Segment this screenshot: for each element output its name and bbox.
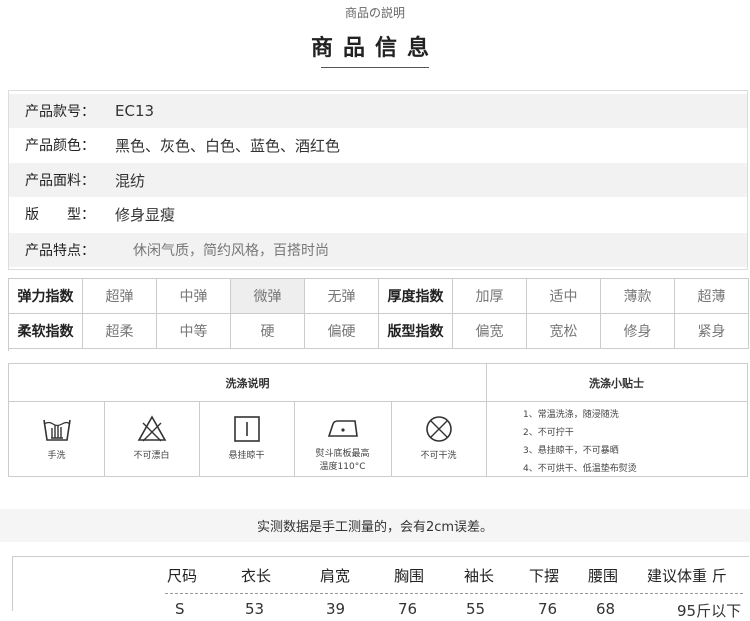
section-title: 商品信息 [310, 36, 439, 61]
index-table: 弹力指数 超弹 中弹 微弹 无弹 厚度指数 加厚 适中 薄款 超薄 柔软指数 超… [8, 278, 749, 351]
info-label: 产品颜色： [25, 138, 95, 154]
size-header: 腰围 [588, 567, 619, 585]
info-value: EC13 [115, 102, 155, 120]
wash-item-label: 温度110°C [319, 462, 366, 472]
wash-item-label: 不可干洗 [420, 451, 457, 461]
index-option: 超柔 [83, 314, 157, 349]
wash-item-iron: 熨斗底板最高 温度110°C [294, 402, 391, 477]
title-underline [321, 67, 429, 68]
size-cell: 76 [538, 600, 558, 618]
divider [486, 364, 487, 476]
index-option: 中等 [157, 314, 231, 349]
wash-tip: 3、悬挂晾干，不可暴晒 [523, 446, 619, 456]
iron-icon [327, 420, 358, 437]
index-option: 偏宽 [453, 314, 527, 349]
info-value: 休闲气质，简约风格，百搭时尚 [133, 243, 329, 259]
size-cell: 55 [466, 600, 486, 618]
no-bleach-icon [137, 415, 166, 442]
index-option: 修身 [601, 314, 675, 349]
info-value: 混纺 [115, 171, 146, 190]
index-option: 紧身 [675, 314, 749, 349]
index-option: 适中 [527, 279, 601, 314]
size-header: 下摆 [529, 567, 560, 585]
size-header: 衣长 [241, 567, 272, 585]
wash-item-hand-wash: 手洗 [9, 402, 104, 477]
wash-tip: 2、不可拧干 [523, 428, 574, 438]
size-header: 建议体重 斤 [647, 567, 727, 585]
hand-wash-icon [42, 419, 71, 441]
wash-item-label: 不可漂白 [133, 451, 170, 461]
wash-tip: 1、常温洗涤，随浸随洗 [523, 410, 619, 420]
index-option: 薄款 [601, 279, 675, 314]
info-label: 产品特点： [25, 243, 95, 259]
size-cell: 68 [596, 600, 616, 618]
product-info-panel: 产品款号： EC13 产品颜色： 黑色、灰色、白色、蓝色、酒红色 产品面料： 混… [8, 90, 748, 270]
size-cell: 76 [398, 600, 418, 618]
wash-item-label: 悬挂晾干 [228, 451, 265, 461]
size-cell: 39 [326, 600, 346, 618]
info-row-style-no: 产品款号： EC13 [9, 94, 747, 128]
info-label: 产品面料： [25, 173, 95, 189]
info-row-fit: 版 型： 修身显瘦 [9, 197, 747, 231]
size-header: 袖长 [464, 567, 495, 585]
index-label-softness: 柔软指数 [9, 314, 83, 349]
index-option: 中弹 [157, 279, 231, 314]
index-option: 超弹 [83, 279, 157, 314]
info-label: 产品款号： [25, 104, 95, 120]
wash-tip: 4、不可烘干、低温垫布熨烫 [523, 464, 637, 474]
wash-title: 洗涤说明 [9, 364, 486, 402]
measurement-note: 实测数据是手工测量的，会有2cm误差。 [0, 509, 750, 542]
size-header: 尺码 [167, 567, 198, 585]
index-label-fit: 版型指数 [379, 314, 453, 349]
index-option-selected: 微弹 [231, 279, 305, 314]
wash-item-label: 手洗 [47, 451, 66, 461]
index-option: 超薄 [675, 279, 749, 314]
index-option: 加厚 [453, 279, 527, 314]
index-label-thickness: 厚度指数 [379, 279, 453, 314]
info-row-features: 产品特点： 休闲气质，简约风格，百搭时尚 [9, 233, 747, 267]
wash-item-hang-dry: 悬挂晾干 [199, 402, 294, 477]
size-table-divider [165, 593, 743, 594]
section-subtitle: 商品の説明 [344, 6, 405, 20]
wash-tips-title: 洗涤小贴士 [486, 364, 747, 402]
index-option: 无弹 [305, 279, 379, 314]
wash-item-no-bleach: 不可漂白 [104, 402, 199, 477]
size-cell: S [175, 600, 185, 618]
info-value: 黑色、灰色、白色、蓝色、酒红色 [115, 136, 341, 155]
wash-panel: 洗涤说明 洗涤小贴士 手洗 不可漂白 悬挂晾干 熨斗底板最高 温度110°C 不… [8, 363, 748, 477]
info-row-colors: 产品颜色： 黑色、灰色、白色、蓝色、酒红色 [9, 128, 747, 162]
index-option: 宽松 [527, 314, 601, 349]
size-table: 尺码 衣长 肩宽 胸围 袖长 下摆 腰围 建议体重 斤 S 53 39 76 5… [12, 556, 749, 620]
size-header: 肩宽 [320, 567, 351, 585]
index-option: 硬 [231, 314, 305, 349]
size-cell: 53 [245, 600, 265, 618]
info-row-fabric: 产品面料： 混纺 [9, 163, 747, 197]
info-label: 版 型： [25, 207, 95, 223]
size-cell: 95斤以下 [677, 602, 742, 620]
index-label-elasticity: 弹力指数 [9, 279, 83, 314]
wash-item-label: 熨斗底板最高 [315, 449, 370, 459]
no-dry-clean-icon [425, 416, 452, 442]
hang-dry-icon [233, 416, 260, 442]
wash-item-no-dry-clean: 不可干洗 [391, 402, 486, 477]
size-header: 胸围 [394, 567, 425, 585]
info-value: 修身显瘦 [115, 205, 176, 224]
index-option: 偏硬 [305, 314, 379, 349]
